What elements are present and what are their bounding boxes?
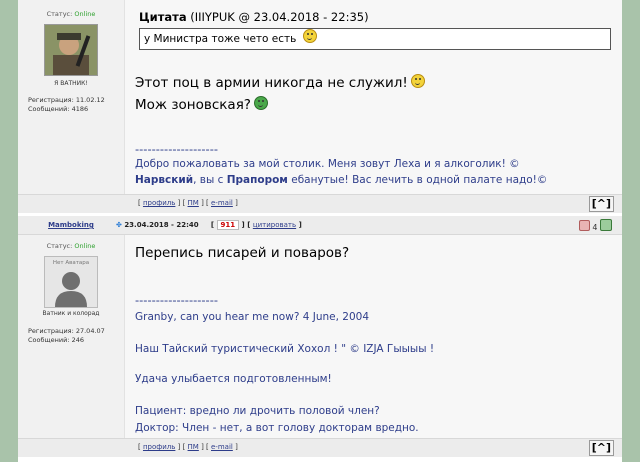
signature-line-5: Доктор: Член - нет, а вот голову доктора… (135, 422, 419, 434)
post-1: Статус: Online Я ВАТНИК! Регистрация: 11… (18, 0, 622, 213)
no-avatar-label: Нет Аватара (52, 260, 90, 266)
signature-line-1: Добро пожаловать за мой столик. Меня зов… (135, 158, 520, 170)
avatar-caption: Я ВАТНИК! (54, 80, 88, 87)
signature-mid: , вы с (193, 174, 227, 186)
email-link[interactable]: e-mail (211, 443, 233, 451)
signature-line-3: Удача улыбается подготовленным! (135, 373, 332, 385)
like-icon[interactable] (600, 219, 612, 231)
post-rating: 911 (216, 220, 240, 230)
registration-date: Регистрация: 27.04.07 (28, 327, 105, 335)
message-line-1: Этот поц в армии никогда не служил! (135, 74, 425, 91)
status-label: Статус: (46, 10, 73, 18)
thumbs-up-smiley-icon (410, 74, 425, 88)
signature-line-1: Granby, can you hear me now? 4 June, 200… (135, 311, 370, 323)
signature-divider: -------------------- (135, 142, 218, 156)
smoking-smiley-icon (253, 96, 268, 110)
post-1-footer-links: [ профиль ] [ ПМ ] [ e-mail ] (138, 199, 238, 207)
message-line-2: Мож зоновская? (135, 96, 268, 113)
signature-end: ебанутые! Вас лечить в одной палате надо… (287, 174, 548, 186)
vote-count: 4 (592, 223, 598, 232)
post-2-header: Mamboking ✤ 23.04.2018 - 22:40 [ 911 ] [… (18, 216, 622, 235)
quote-header: Цитата (IIIYPUK @ 23.04.2018 - 22:35) (139, 10, 369, 24)
avatar-placeholder[interactable]: Нет Аватара (44, 256, 98, 308)
message-text-2: Мож зоновская? (135, 97, 251, 113)
post-marker-icon: ✤ (116, 221, 122, 229)
signature-line-4: Пациент: вредно ли дрочить половой член? (135, 405, 380, 417)
post-1-body: Цитата (IIIYPUK @ 23.04.2018 - 22:35) у … (124, 0, 622, 194)
quote-link[interactable]: цитировать (253, 221, 296, 229)
pm-link[interactable]: ПМ (188, 199, 199, 207)
status-label: Статус: (46, 242, 73, 250)
signature-line-2: Нарвский, вы с Прапором ебанутые! Вас ле… (135, 174, 547, 186)
message-count: Сообщений: 4186 (28, 105, 89, 113)
message-count: Сообщений: 246 (28, 336, 84, 344)
status-line: Статус: Online (18, 242, 124, 250)
message-text: Перепись писарей и поваров? (135, 245, 350, 261)
post-date: 23.04.2018 - 22:40 (124, 221, 199, 229)
post-meta: ✤ 23.04.2018 - 22:40 [ 911 ] [ цитироват… (116, 220, 302, 230)
quote-meta: (IIIYPUK @ 23.04.2018 - 22:35) (190, 10, 369, 24)
signature-name-1: Нарвский (135, 174, 194, 186)
avatar-image (45, 25, 97, 75)
profile-link[interactable]: профиль (143, 443, 175, 451)
post-2-body: Перепись писарей и поваров? ------------… (124, 235, 622, 443)
avatar[interactable] (44, 24, 98, 76)
avatar-caption: Ватник и колорад (42, 310, 100, 317)
registration-date: Регистрация: 11.02.12 (28, 96, 105, 104)
post-2: Mamboking ✤ 23.04.2018 - 22:40 [ 911 ] [… (18, 216, 622, 462)
username-link[interactable]: Mamboking (18, 221, 124, 229)
profile-link[interactable]: профиль (143, 199, 175, 207)
forum-page: Статус: Online Я ВАТНИК! Регистрация: 11… (18, 0, 622, 462)
post-1-author-panel: Статус: Online Я ВАТНИК! Регистрация: 11… (18, 0, 124, 194)
scroll-top-button[interactable]: [^] (588, 196, 614, 212)
quote-text: у Министра тоже чето есть (144, 33, 297, 45)
smiley-icon (302, 29, 317, 43)
message-text-1: Этот поц в армии никогда не служил! (135, 75, 408, 91)
signature-divider: -------------------- (135, 293, 218, 307)
email-link[interactable]: e-mail (211, 199, 233, 207)
dislike-icon[interactable] (578, 220, 590, 231)
signature-name-2: Прапором (226, 174, 288, 186)
status-value: Online (74, 242, 96, 250)
scroll-top-button[interactable]: [^] (588, 440, 614, 456)
post-2-footer-links: [ профиль ] [ ПМ ] [ e-mail ] (138, 443, 238, 451)
signature-line-2: Наш Тайский туристический Хохол ! " © IZ… (135, 343, 435, 355)
post-1-footer: [ профиль ] [ ПМ ] [ e-mail ] [^] (18, 194, 622, 213)
post-2-footer: [ профиль ] [ ПМ ] [ e-mail ] [^] (18, 438, 622, 457)
pm-link[interactable]: ПМ (188, 443, 199, 451)
votes: 4 (578, 219, 612, 232)
status-value: Online (74, 10, 96, 18)
quote-box: у Министра тоже чето есть (139, 28, 611, 50)
status-line: Статус: Online (18, 10, 124, 18)
post-2-author-panel: Статус: Online Нет Аватара Ватник и коло… (18, 235, 124, 443)
quote-label: Цитата (139, 10, 187, 24)
